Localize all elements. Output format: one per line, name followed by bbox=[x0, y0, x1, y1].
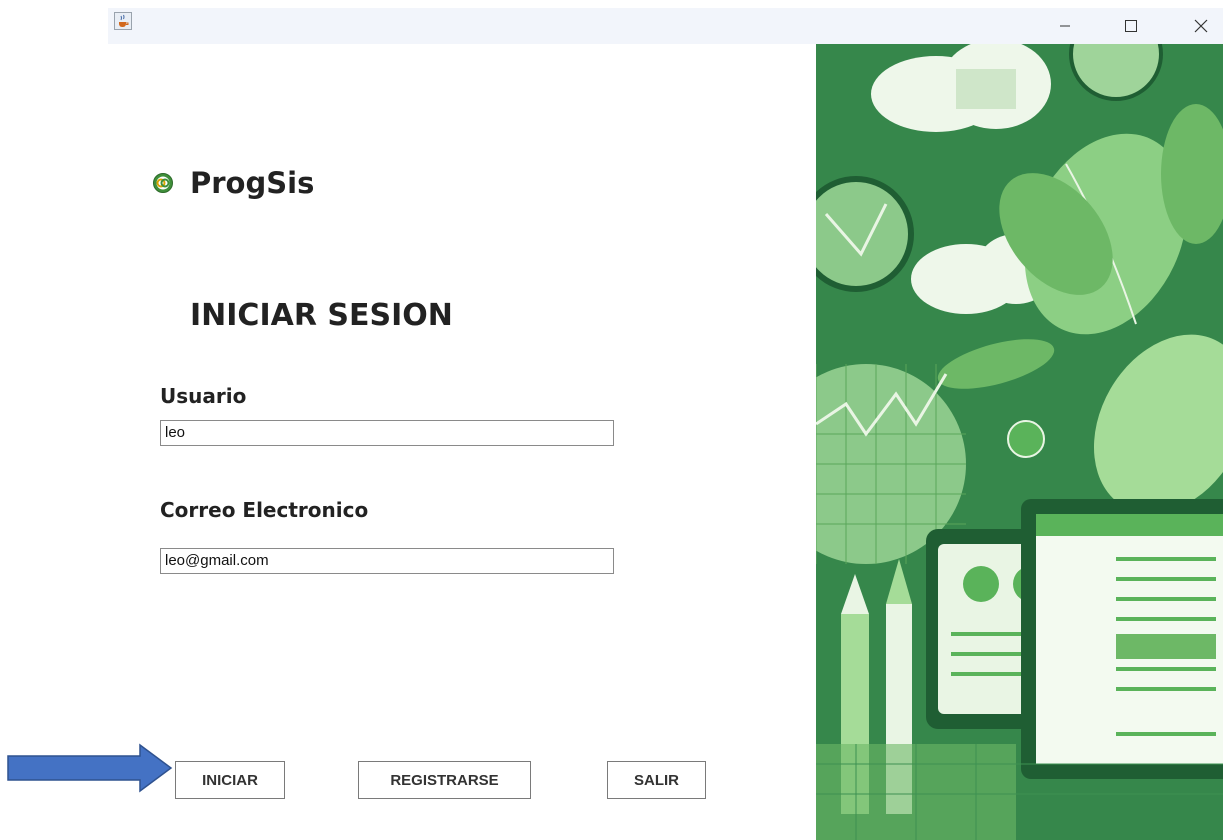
green-illustration bbox=[816, 44, 1223, 840]
username-label: Usuario bbox=[160, 384, 247, 408]
close-icon bbox=[1194, 19, 1208, 33]
exit-button[interactable]: SALIR bbox=[607, 761, 706, 799]
title-bar[interactable] bbox=[108, 8, 1223, 44]
maximize-icon bbox=[1125, 20, 1137, 32]
login-window: ProgSis INICIAR SESION Usuario leo Corre… bbox=[108, 8, 1223, 840]
java-cup-icon bbox=[114, 12, 132, 30]
close-button[interactable] bbox=[1179, 8, 1223, 44]
username-input[interactable]: leo bbox=[160, 420, 614, 446]
minimize-icon bbox=[1060, 25, 1070, 27]
login-button[interactable]: INICIAR bbox=[175, 761, 285, 799]
pointer-arrow-icon bbox=[7, 743, 173, 793]
brand: ProgSis bbox=[152, 166, 314, 200]
register-button[interactable]: REGISTRARSE bbox=[358, 761, 531, 799]
brand-name: ProgSis bbox=[190, 166, 315, 200]
email-input[interactable]: leo@gmail.com bbox=[160, 548, 614, 574]
minimize-button[interactable] bbox=[1043, 8, 1087, 44]
logo-rings-icon bbox=[153, 173, 173, 193]
page-title: INICIAR SESION bbox=[190, 298, 453, 333]
maximize-button[interactable] bbox=[1109, 8, 1153, 44]
email-label: Correo Electronico bbox=[160, 498, 369, 522]
